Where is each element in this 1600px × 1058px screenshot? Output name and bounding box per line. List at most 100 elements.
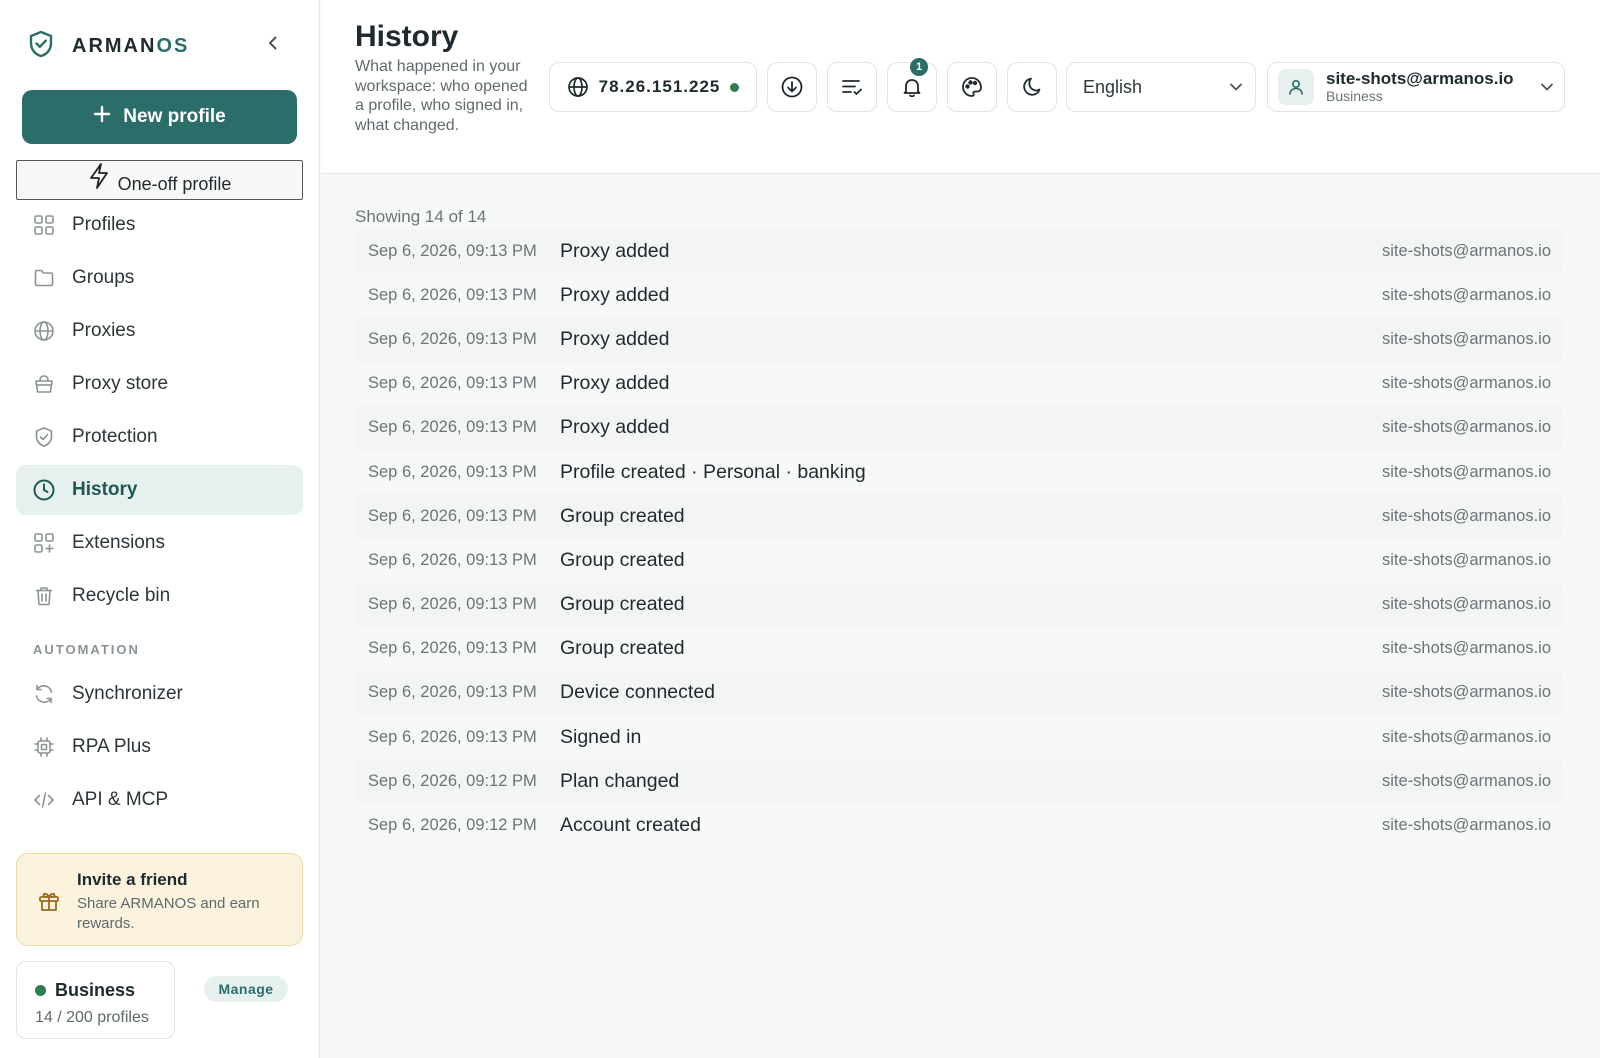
sidebar-item-recycle-bin[interactable]: Recycle bin: [16, 571, 303, 621]
history-row-user: site-shots@armanos.io: [1382, 506, 1551, 525]
account-plan: Business: [1326, 88, 1383, 104]
history-row-time: Sep 6, 2026, 09:13 PM: [368, 241, 537, 260]
plan-name: Business: [55, 980, 136, 1000]
history-row-user: site-shots@armanos.io: [1382, 285, 1551, 304]
sidebar-item-groups[interactable]: Groups: [16, 253, 303, 303]
history-row-time: Sep 6, 2026, 09:12 PM: [368, 771, 537, 790]
theme-palette-button[interactable]: [947, 62, 997, 112]
plan-card: Business 14 / 200 profiles: [16, 961, 175, 1039]
history-row-user: site-shots@armanos.io: [1382, 771, 1551, 790]
history-row[interactable]: Sep 6, 2026, 09:13 PM Group created site-s…: [355, 582, 1563, 627]
history-row-user: site-shots@armanos.io: [1382, 639, 1551, 658]
history-row[interactable]: Sep 6, 2026, 09:12 PM Plan changed site-sh…: [355, 759, 1563, 804]
automation-nav: Synchronizer RPA Plus API & MCP: [16, 669, 303, 828]
sidebar-item-label: RPA Plus: [72, 736, 151, 757]
sidebar-item-label: History: [72, 479, 138, 500]
new-profile-label: New profile: [123, 106, 226, 127]
history-row[interactable]: Sep 6, 2026, 09:13 PM Proxy added site-sho…: [355, 405, 1563, 450]
brand[interactable]: ARMANOS: [28, 30, 189, 62]
avatar: [1278, 69, 1314, 105]
trash-icon: [32, 584, 56, 608]
history-row-event: Group created: [560, 548, 685, 571]
history-list: Sep 6, 2026, 09:13 PM Proxy added site-sho…: [355, 229, 1563, 848]
page-title: History: [355, 20, 459, 53]
language-value: English: [1083, 76, 1143, 97]
invite-subtitle: Share ARMANOS and earn rewards.: [77, 895, 260, 932]
notifications-count-badge: 1: [910, 58, 928, 76]
main-nav: Profiles Groups Proxies Proxy store Prot…: [16, 200, 303, 624]
ip-address: 78.26.151.225: [598, 77, 721, 96]
download-button[interactable]: [767, 62, 817, 112]
history-row-time: Sep 6, 2026, 09:13 PM: [368, 639, 537, 658]
history-row-user: site-shots@armanos.io: [1382, 727, 1551, 746]
history-row[interactable]: Sep 6, 2026, 09:13 PM Device connected sit…: [355, 670, 1563, 716]
shield-logo-icon: [28, 30, 54, 63]
sidebar-item-proxies[interactable]: Proxies: [16, 306, 303, 356]
history-row-event: Device connected: [560, 681, 716, 704]
sidebar-item-rpa-plus[interactable]: RPA Plus: [16, 722, 303, 772]
chevron-left-icon: [267, 35, 279, 56]
history-row-event: Group created: [560, 593, 685, 616]
history-row[interactable]: Sep 6, 2026, 09:13 PM Group created site-s…: [355, 627, 1563, 671]
notifications-button[interactable]: 1: [887, 58, 937, 112]
history-row-event: Proxy added: [560, 327, 670, 350]
sidebar-item-profiles[interactable]: Profiles: [16, 200, 303, 250]
manage-plan-button[interactable]: Manage: [204, 976, 288, 1002]
history-row[interactable]: Sep 6, 2026, 09:13 PM Proxy added site-sho…: [355, 229, 1563, 274]
plan-name-row: Business: [35, 980, 174, 1001]
history-row[interactable]: Sep 6, 2026, 09:12 PM Account created site…: [355, 803, 1563, 847]
history-row[interactable]: Sep 6, 2026, 09:13 PM Proxy added site-sho…: [355, 362, 1563, 406]
sidebar-item-api-mcp[interactable]: API & MCP: [16, 775, 303, 825]
connection-status-dot: [730, 82, 740, 92]
history-row-time: Sep 6, 2026, 09:13 PM: [368, 418, 537, 437]
sidebar-item-label: Proxies: [72, 320, 136, 341]
palette-icon: [960, 75, 984, 99]
sidebar-item-history[interactable]: History: [16, 465, 303, 515]
history-row[interactable]: Sep 6, 2026, 09:13 PM Proxy added site-sho…: [355, 317, 1563, 362]
page-subtitle: What happened in your workspace: who ope…: [355, 58, 528, 134]
invite-friend-card[interactable]: Invite a friend Share ARMANOS and earn r…: [16, 853, 303, 946]
sidebar-item-protection[interactable]: Protection: [16, 412, 303, 462]
sidebar-item-label: API & MCP: [72, 789, 169, 810]
ip-address-button[interactable]: 78.26.151.225: [549, 62, 757, 112]
sidebar-item-extensions[interactable]: Extensions: [16, 518, 303, 568]
history-row[interactable]: Sep 6, 2026, 09:13 PM Group created site-s…: [355, 494, 1563, 539]
globe-icon: [32, 319, 56, 343]
new-profile-button[interactable]: New profile: [22, 90, 297, 144]
lightning-icon: [88, 162, 110, 194]
history-row[interactable]: Sep 6, 2026, 09:13 PM Profile created · P…: [355, 450, 1563, 494]
sidebar-item-label: Proxy store: [72, 373, 169, 394]
folder-icon: [32, 266, 56, 290]
history-row[interactable]: Sep 6, 2026, 09:13 PM Group created site-s…: [355, 538, 1563, 582]
sidebar-item-label: Extensions: [72, 532, 165, 553]
history-row-event: Proxy added: [560, 416, 670, 439]
history-row-event: Signed in: [560, 725, 642, 748]
history-row-time: Sep 6, 2026, 09:13 PM: [368, 285, 537, 304]
one-off-profile-label: One-off profile: [117, 174, 232, 194]
sync-icon: [32, 682, 56, 706]
results-count: Showing 14 of 14: [355, 207, 487, 226]
invite-title: Invite a friend: [77, 870, 188, 889]
basket-icon: [32, 372, 56, 396]
one-off-profile-button[interactable]: One-off profile: [16, 160, 303, 200]
account-menu-button[interactable]: site-shots@armanos.io Business: [1267, 62, 1565, 112]
sidebar-item-label: Groups: [72, 267, 135, 288]
history-row-event: Proxy added: [560, 283, 670, 306]
history-row-time: Sep 6, 2026, 09:13 PM: [368, 374, 537, 393]
language-select[interactable]: English: [1066, 62, 1256, 112]
history-row-user: site-shots@armanos.io: [1382, 462, 1551, 481]
history-row-time: Sep 6, 2026, 09:12 PM: [368, 816, 537, 835]
collapse-sidebar-button[interactable]: [262, 34, 284, 56]
page-header: History What happened in your workspace:…: [321, 0, 1600, 174]
tasks-button[interactable]: [827, 62, 877, 112]
history-row[interactable]: Sep 6, 2026, 09:13 PM Signed in site-shots…: [355, 715, 1563, 759]
bell-icon: [900, 75, 924, 99]
sidebar-item-synchronizer[interactable]: Synchronizer: [16, 669, 303, 719]
chevron-down-icon: [1229, 82, 1243, 92]
user-icon: [1287, 78, 1305, 96]
sidebar-item-proxy-store[interactable]: Proxy store: [16, 359, 303, 409]
dark-mode-toggle[interactable]: [1007, 62, 1057, 112]
history-row-user: site-shots@armanos.io: [1382, 550, 1551, 569]
history-row[interactable]: Sep 6, 2026, 09:13 PM Proxy added site-sho…: [355, 273, 1563, 317]
history-row-event: Group created: [560, 504, 685, 527]
